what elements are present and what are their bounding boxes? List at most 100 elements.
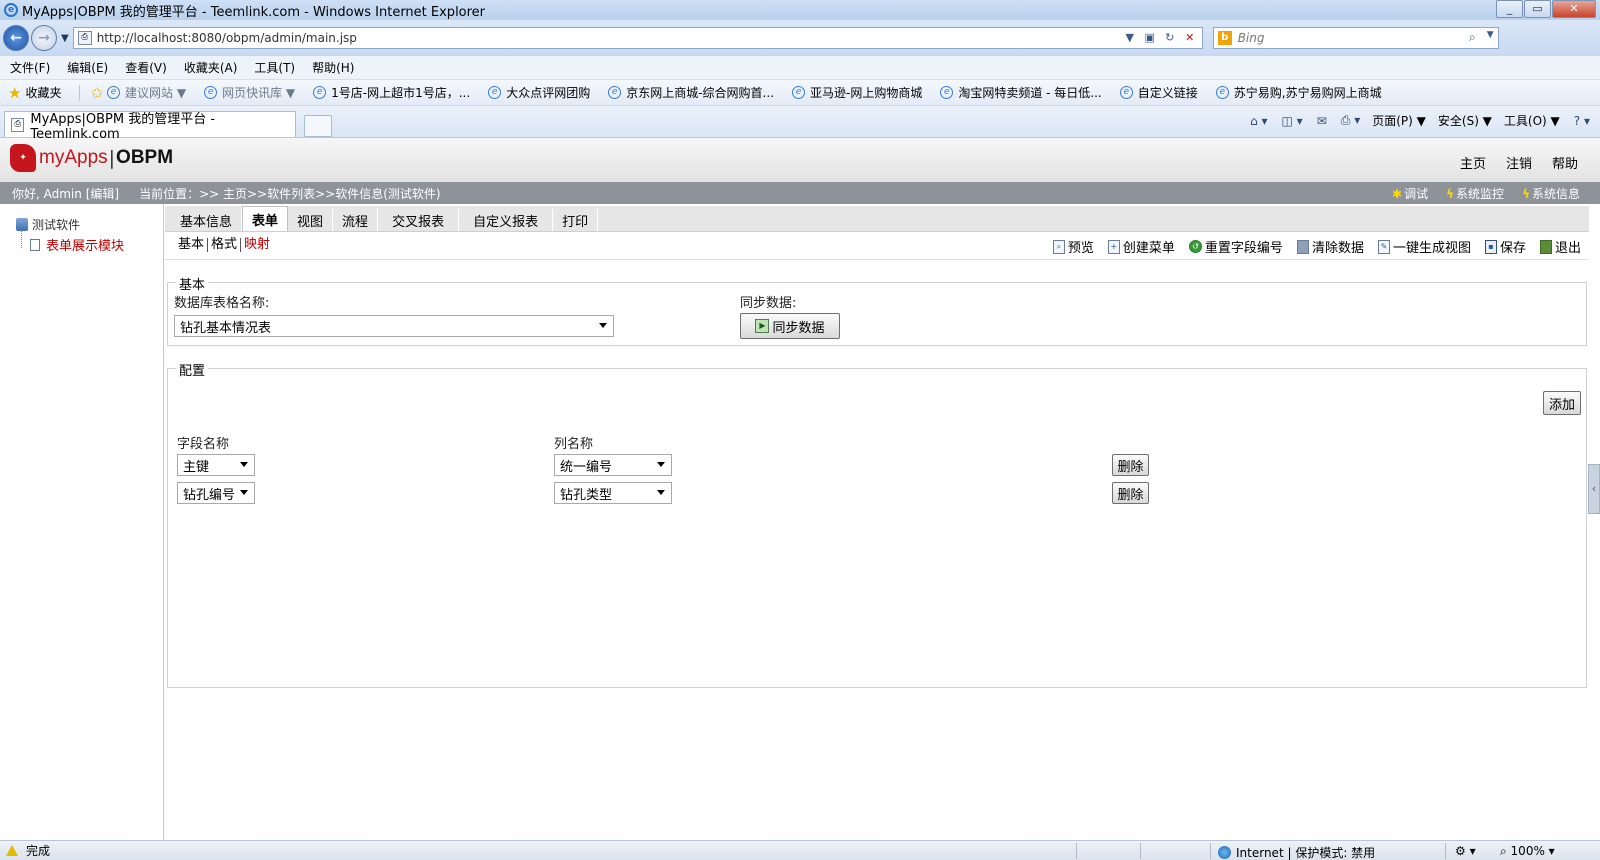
stop-icon[interactable]: ✕ bbox=[1180, 29, 1200, 47]
search-box[interactable]: b Bing ⌕ ▼ bbox=[1212, 27, 1499, 49]
search-icon[interactable]: ⌕ bbox=[1469, 30, 1476, 45]
sysinfo-label: 系统信息 bbox=[1531, 187, 1580, 201]
fav-link[interactable]: e 1号店-网上超市1号店，... bbox=[313, 84, 470, 101]
help-link[interactable]: 帮助 bbox=[1552, 153, 1578, 172]
command-safety[interactable]: 安全(S) ▼ bbox=[1438, 112, 1492, 129]
delete-row-button[interactable]: 删除 bbox=[1112, 454, 1149, 476]
address-bar[interactable]: ⎙ http://localhost:8080/obpm/admin/main.… bbox=[72, 27, 1203, 49]
minimize-button[interactable]: _ bbox=[1496, 0, 1523, 18]
fav-link[interactable]: e 大众点评网团购 bbox=[488, 84, 590, 101]
menu-bar: 文件(F) 编辑(E) 查看(V) 收藏夹(A) 工具(T) 帮助(H) bbox=[0, 56, 1600, 80]
search-dropdown-icon[interactable]: ▼ bbox=[1487, 30, 1494, 40]
tab-print[interactable]: 打印 bbox=[553, 209, 599, 231]
tab-custom-report[interactable]: 自定义报表 bbox=[459, 209, 554, 231]
refresh-icon[interactable]: ↻ bbox=[1160, 29, 1180, 47]
logo-obpm: OBPM bbox=[116, 147, 174, 168]
sub-toolbar: 基本 格式 映射 ⌕ 预览 + 创建菜单 ↺ 重置字段编号 清除数据 ✎ 一键生成视图 … bbox=[165, 232, 1589, 260]
exit-button[interactable]: 退出 bbox=[1539, 237, 1581, 256]
save-button[interactable]: ▪ 保存 bbox=[1484, 237, 1526, 256]
fav-label: 自定义链接 bbox=[1137, 86, 1198, 100]
fav-web-slice[interactable]: e 网页快讯库 ▼ bbox=[204, 84, 295, 101]
add-mapping-button[interactable]: 添加 bbox=[1543, 391, 1581, 415]
address-dropdown-icon[interactable]: ▼ bbox=[1120, 29, 1140, 47]
tab-cross-report[interactable]: 交叉报表 bbox=[378, 209, 460, 231]
help-icon[interactable]: ? ▾ bbox=[1574, 114, 1590, 128]
add-favorite-icon[interactable]: ✩ bbox=[90, 84, 103, 102]
favorites-button[interactable]: ★ 收藏夹 bbox=[8, 84, 61, 102]
logout-link[interactable]: 注销 bbox=[1506, 153, 1532, 172]
fav-suggested-sites[interactable]: ✩ e 建议网站 ▼ bbox=[90, 84, 186, 102]
fav-link[interactable]: e 淘宝网特卖频道 - 每日低... bbox=[940, 84, 1102, 101]
menu-tools[interactable]: 工具(T) bbox=[254, 59, 295, 76]
protected-mode-icon[interactable]: ⚙ ▾ bbox=[1455, 844, 1476, 858]
column-select[interactable]: 钻孔类型 bbox=[554, 482, 672, 504]
status-bar: 完成 Internet | 保护模式: 禁用 ⚙ ▾ ⌕ 100% ▾ bbox=[0, 840, 1600, 860]
create-menu-button[interactable]: + 创建菜单 bbox=[1107, 237, 1175, 256]
mail-icon[interactable]: ✉ bbox=[1317, 114, 1327, 128]
app-header: ✦ myApps | OBPM 主页 注销 帮助 bbox=[0, 138, 1600, 182]
tab-view[interactable]: 视图 bbox=[288, 209, 334, 231]
fav-link[interactable]: e 苏宁易购,苏宁易购网上商城 bbox=[1215, 84, 1382, 101]
zoom-level[interactable]: ⌕ 100% ▾ bbox=[1500, 844, 1555, 859]
address-url[interactable]: http://localhost:8080/obpm/admin/main.js… bbox=[97, 31, 357, 45]
fav-link[interactable]: e 亚马逊-网上购物商城 bbox=[791, 84, 922, 101]
generate-label: 一键生成视图 bbox=[1392, 241, 1471, 256]
menu-help[interactable]: 帮助(H) bbox=[312, 59, 354, 76]
field-select[interactable]: 钻孔编号 bbox=[177, 482, 255, 504]
field-select[interactable]: 主键 bbox=[177, 454, 255, 476]
history-dropdown-icon[interactable]: ▼ bbox=[61, 33, 69, 44]
tree-item-form-module[interactable]: 表单展示模块 bbox=[28, 235, 124, 254]
command-page[interactable]: 页面(P) ▼ bbox=[1372, 112, 1426, 129]
save-label: 保存 bbox=[1499, 241, 1526, 256]
tree-root-label: 测试软件 bbox=[32, 218, 81, 232]
greeting[interactable]: 你好, Admin [编辑] bbox=[12, 185, 119, 202]
subtab-format[interactable]: 格式 bbox=[208, 238, 242, 252]
monitor-tool[interactable]: ϟ 系统监控 bbox=[1446, 185, 1504, 202]
compatibility-view-icon[interactable]: ▣ bbox=[1140, 29, 1160, 47]
window-titlebar: e MyApps|OBPM 我的管理平台 - Teemlink.com - Wi… bbox=[0, 0, 1600, 20]
fav-link[interactable]: e 京东网上商城-综合网购首... bbox=[608, 84, 774, 101]
fav-link[interactable]: e 自定义链接 bbox=[1119, 84, 1198, 101]
subtab-mapping[interactable]: 映射 bbox=[241, 238, 273, 252]
bug-icon: ✱ bbox=[1392, 187, 1403, 201]
ie-logo-icon: e bbox=[4, 3, 18, 17]
column-select[interactable]: 统一编号 bbox=[554, 454, 672, 476]
security-zone[interactable]: Internet | 保护模式: 禁用 bbox=[1218, 844, 1375, 860]
new-tab-button[interactable] bbox=[304, 115, 332, 137]
subtab-basic[interactable]: 基本 bbox=[175, 238, 209, 252]
reset-field-number-button[interactable]: ↺ 重置字段编号 bbox=[1188, 237, 1283, 256]
print-icon[interactable]: ⎙ ▾ bbox=[1341, 113, 1360, 128]
search-placeholder[interactable]: Bing bbox=[1238, 31, 1265, 45]
menu-favorites[interactable]: 收藏夹(A) bbox=[184, 59, 238, 76]
close-window-button[interactable]: ✕ bbox=[1552, 0, 1596, 18]
debug-tool[interactable]: ✱ 调试 bbox=[1392, 185, 1428, 202]
menu-view[interactable]: 查看(V) bbox=[125, 59, 167, 76]
ie-page-icon: e bbox=[1215, 86, 1229, 99]
collapse-panel-handle[interactable]: ‹ bbox=[1588, 464, 1600, 514]
maximize-button[interactable]: ▭ bbox=[1524, 0, 1551, 18]
tab-basic-info[interactable]: 基本信息 bbox=[171, 209, 243, 231]
command-tools[interactable]: 工具(O) ▼ bbox=[1504, 112, 1560, 129]
preview-button[interactable]: ⌕ 预览 bbox=[1052, 237, 1094, 256]
forward-button[interactable]: → bbox=[31, 25, 57, 51]
delete-row-button[interactable]: 删除 bbox=[1112, 482, 1149, 504]
bing-icon: b bbox=[1217, 31, 1232, 45]
table-name-select[interactable]: 钻孔基本情况表 bbox=[174, 315, 614, 337]
debug-label: 调试 bbox=[1404, 187, 1429, 201]
zoom-icon: ⌕ bbox=[1500, 844, 1511, 858]
clear-data-button[interactable]: 清除数据 bbox=[1296, 237, 1364, 256]
sysinfo-tool[interactable]: ϟ 系统信息 bbox=[1522, 185, 1580, 202]
home-icon[interactable]: ⌂ ▾ bbox=[1250, 114, 1267, 128]
tab-flow[interactable]: 流程 bbox=[333, 209, 379, 231]
window-title: MyApps|OBPM 我的管理平台 - Teemlink.com - Wind… bbox=[22, 4, 486, 20]
browser-tab[interactable]: ⎙ MyApps|OBPM 我的管理平台 - Teemlink.com bbox=[4, 111, 296, 142]
feeds-icon[interactable]: ◫ ▾ bbox=[1282, 114, 1303, 128]
generate-view-button[interactable]: ✎ 一键生成视图 bbox=[1377, 237, 1471, 256]
tab-form[interactable]: 表单 bbox=[242, 206, 289, 231]
tree-root[interactable]: 测试软件 bbox=[16, 216, 80, 233]
menu-edit[interactable]: 编辑(E) bbox=[67, 59, 108, 76]
sync-data-button[interactable]: ▶ 同步数据 bbox=[740, 313, 840, 339]
home-link[interactable]: 主页 bbox=[1460, 153, 1486, 172]
menu-file[interactable]: 文件(F) bbox=[10, 59, 50, 76]
back-button[interactable]: ← bbox=[3, 25, 29, 51]
